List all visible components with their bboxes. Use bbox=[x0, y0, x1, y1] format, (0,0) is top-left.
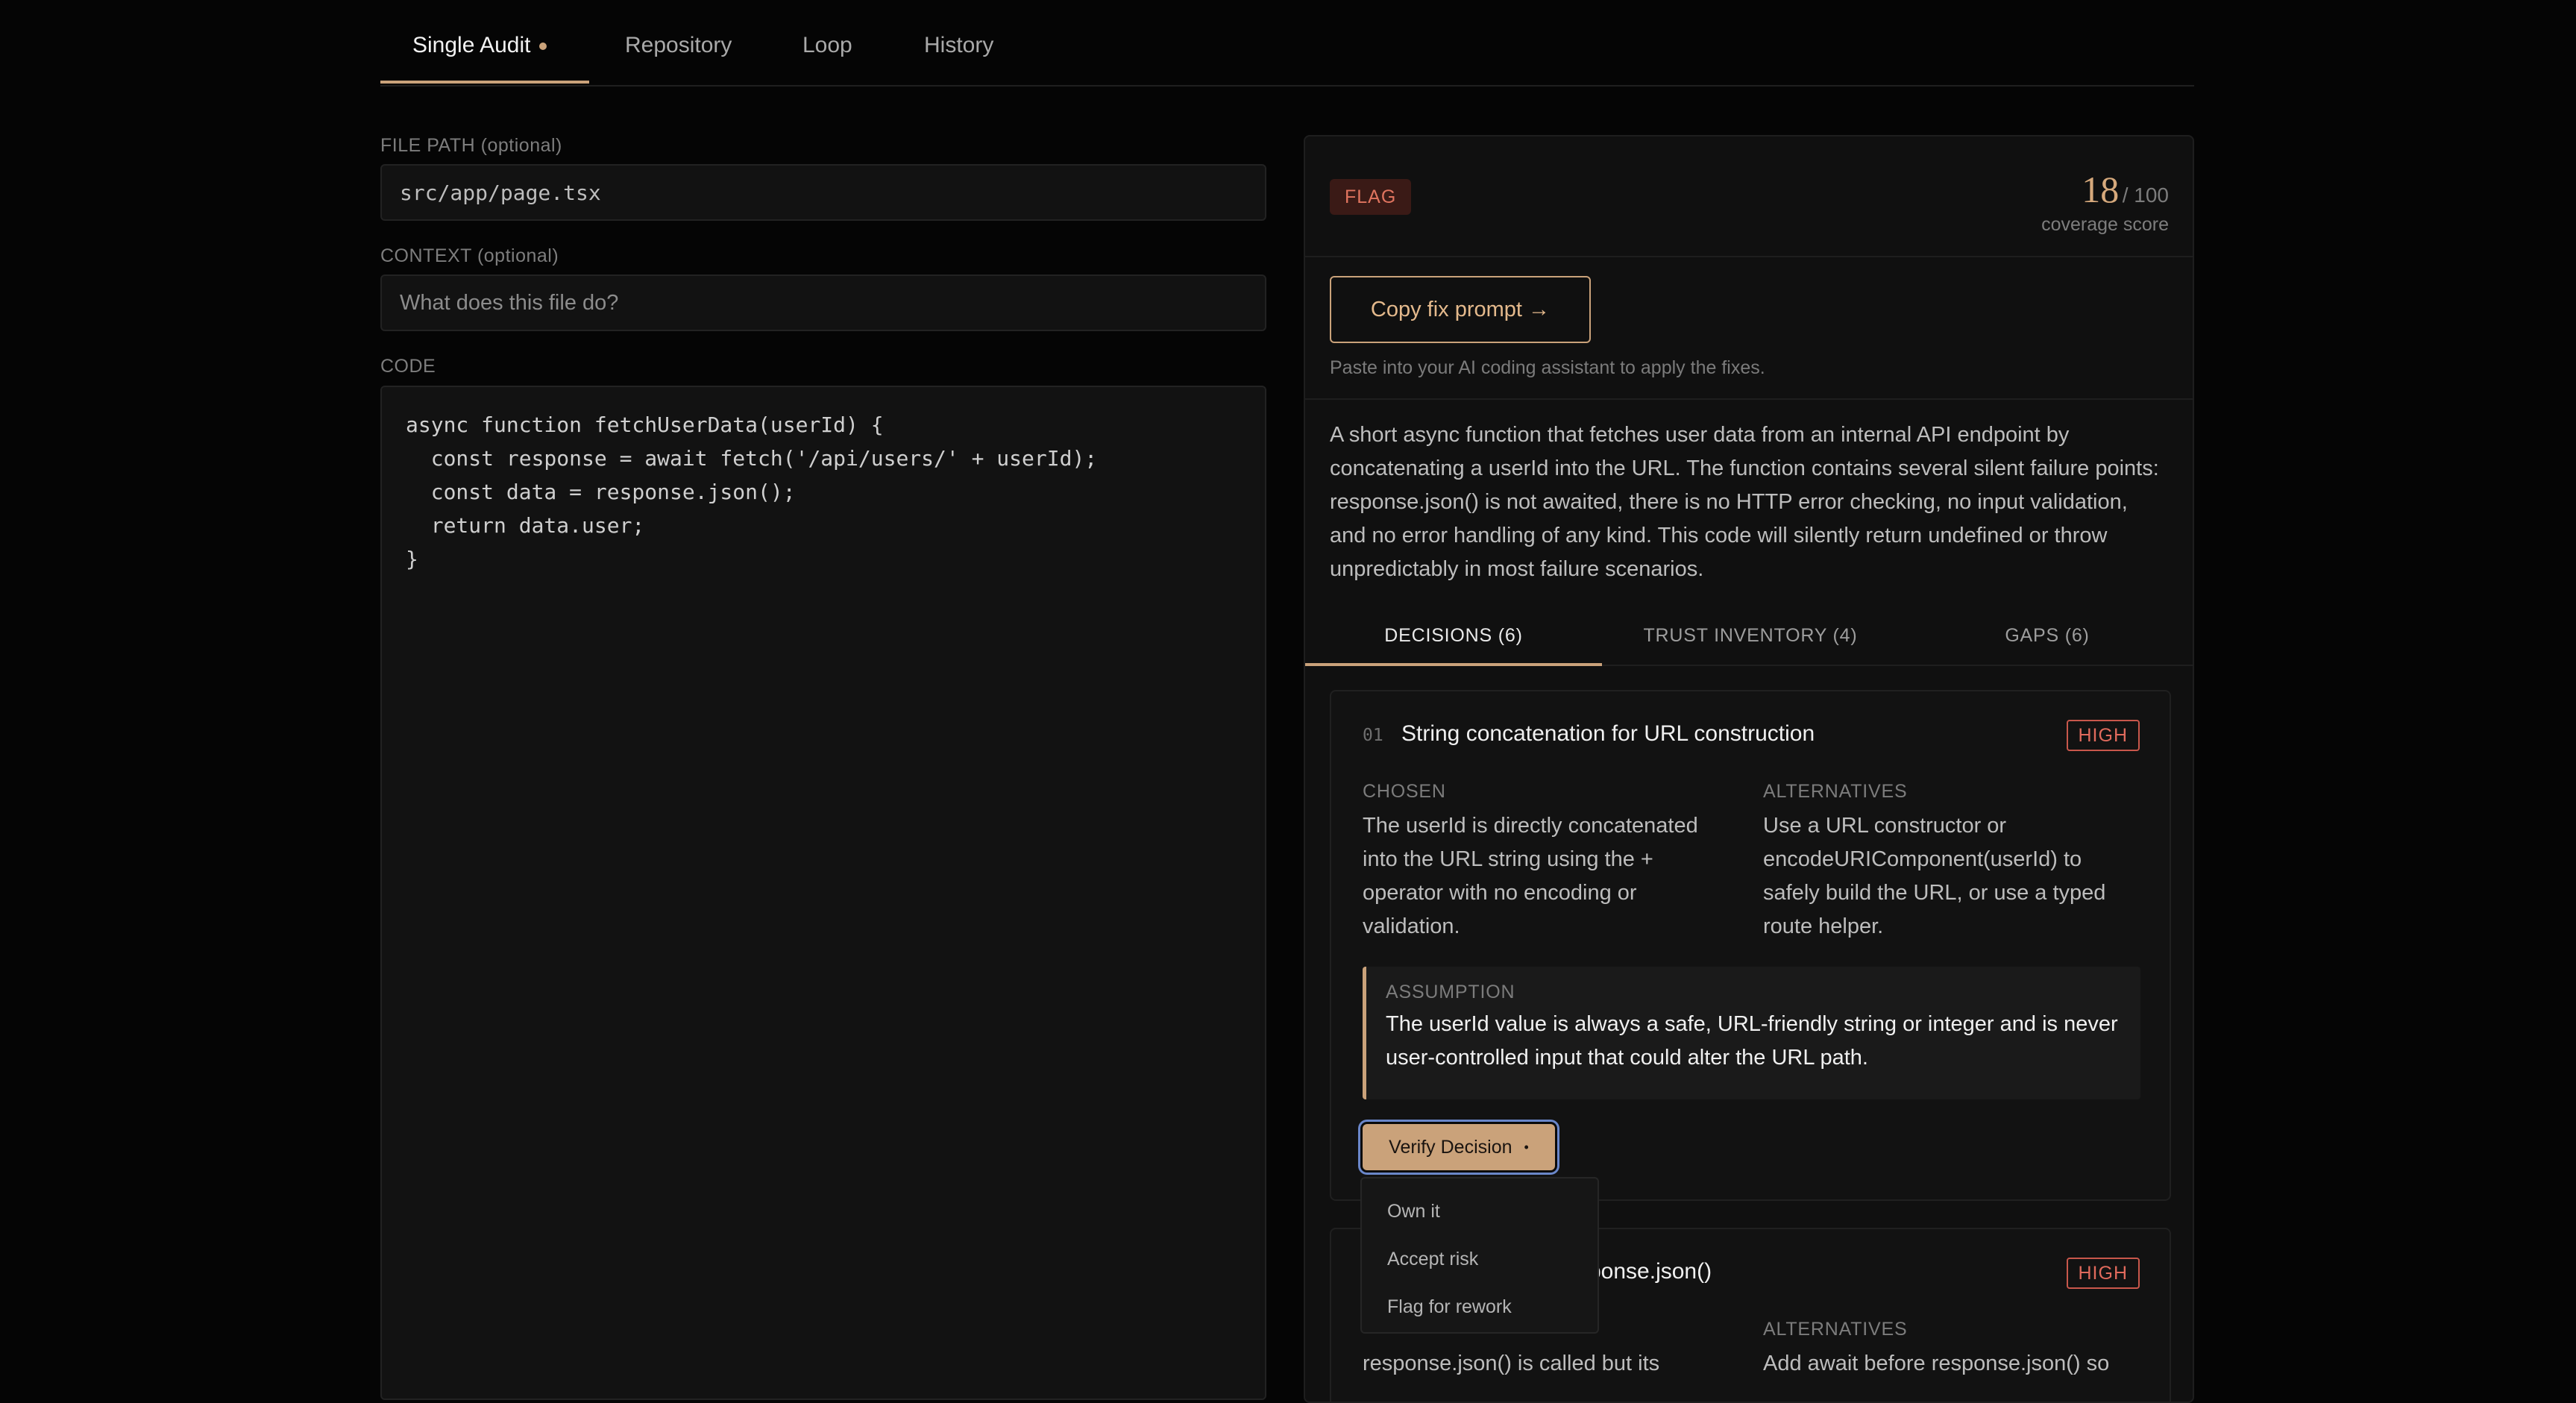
menu-item-own-it[interactable]: Own it bbox=[1362, 1187, 1598, 1235]
context-input[interactable]: What does this file do? bbox=[380, 274, 1266, 331]
subtab-trust-inventory[interactable]: TRUST INVENTORY (4) bbox=[1602, 606, 1899, 665]
file-path-input[interactable]: src/app/page.tsx bbox=[380, 164, 1266, 221]
chosen-text: response.json() is called but its bbox=[1363, 1352, 1660, 1375]
decision-title: String concatenation for URL constructio… bbox=[1401, 721, 1815, 746]
code-editor[interactable]: async function fetchUserData(userId) { c… bbox=[380, 386, 1266, 1400]
severity-badge: HIGH bbox=[2066, 1258, 2140, 1289]
divider bbox=[1305, 256, 2193, 257]
score-value: 18 bbox=[2082, 169, 2120, 210]
verify-label: Verify Decision bbox=[1389, 1136, 1512, 1158]
decision-card: 01 String concatenation for URL construc… bbox=[1330, 690, 2171, 1201]
copy-hint: Paste into your AI coding assistant to a… bbox=[1330, 357, 1765, 378]
tab-label: Single Audit bbox=[412, 33, 531, 57]
divider bbox=[1305, 398, 2193, 400]
assumption-box: ASSUMPTION The userId value is always a … bbox=[1363, 967, 2140, 1099]
chosen-label: CHOSEN bbox=[1363, 781, 1446, 802]
menu-item-accept-risk[interactable]: Accept risk bbox=[1362, 1235, 1598, 1283]
verify-decision-button[interactable]: Verify Decision • bbox=[1363, 1124, 1555, 1170]
chevron-down-icon: • bbox=[1524, 1139, 1529, 1155]
result-subtabs: DECISIONS (6) TRUST INVENTORY (4) GAPS (… bbox=[1305, 606, 2193, 666]
alternatives-label: ALTERNATIVES bbox=[1763, 1319, 1908, 1340]
alternatives-text: Use a URL constructor or encodeURICompon… bbox=[1763, 814, 2106, 938]
subtab-decisions[interactable]: DECISIONS (6) bbox=[1305, 606, 1602, 666]
menu-item-flag-for-rework[interactable]: Flag for rework bbox=[1362, 1283, 1598, 1331]
assumption-label: ASSUMPTION bbox=[1386, 982, 1515, 1002]
code-label: CODE bbox=[380, 356, 436, 377]
assumption-text: The userId value is always a safe, URL-f… bbox=[1386, 1012, 2118, 1070]
context-label: CONTEXT (optional) bbox=[380, 245, 559, 266]
active-tab-indicator bbox=[380, 81, 589, 84]
decision-number: 01 bbox=[1363, 726, 1383, 745]
copy-fix-prompt-button[interactable]: Copy fix prompt → bbox=[1330, 276, 1591, 343]
top-tab-bar: Single Audit Repository Loop History bbox=[380, 0, 2194, 87]
tab-repository[interactable]: Repository bbox=[625, 33, 732, 58]
app-root: Single Audit Repository Loop History FIL… bbox=[0, 0, 2576, 1403]
coverage-score: 18 / 100 coverage score bbox=[2041, 168, 2169, 236]
tab-single-audit[interactable]: Single Audit bbox=[412, 33, 547, 58]
verify-decision-menu: Own it Accept risk Flag for rework bbox=[1360, 1177, 1599, 1334]
score-caption: coverage score bbox=[2041, 214, 2169, 235]
audit-summary: A short async function that fetches user… bbox=[1330, 423, 2159, 581]
chosen-text: The userId is directly concatenated into… bbox=[1363, 814, 1698, 938]
verdict-badge: FLAG bbox=[1330, 179, 1412, 215]
unsaved-dot-icon bbox=[539, 43, 547, 51]
alternatives-label: ALTERNATIVES bbox=[1763, 781, 1908, 802]
tab-loop[interactable]: Loop bbox=[802, 33, 852, 58]
file-path-label: FILE PATH (optional) bbox=[380, 135, 562, 156]
severity-badge: HIGH bbox=[2066, 720, 2140, 751]
subtab-gaps[interactable]: GAPS (6) bbox=[1899, 606, 2193, 665]
score-max: / 100 bbox=[2122, 183, 2169, 207]
tab-history[interactable]: History bbox=[924, 33, 993, 58]
alternatives-text: Add await before response.json() so bbox=[1763, 1352, 2110, 1375]
